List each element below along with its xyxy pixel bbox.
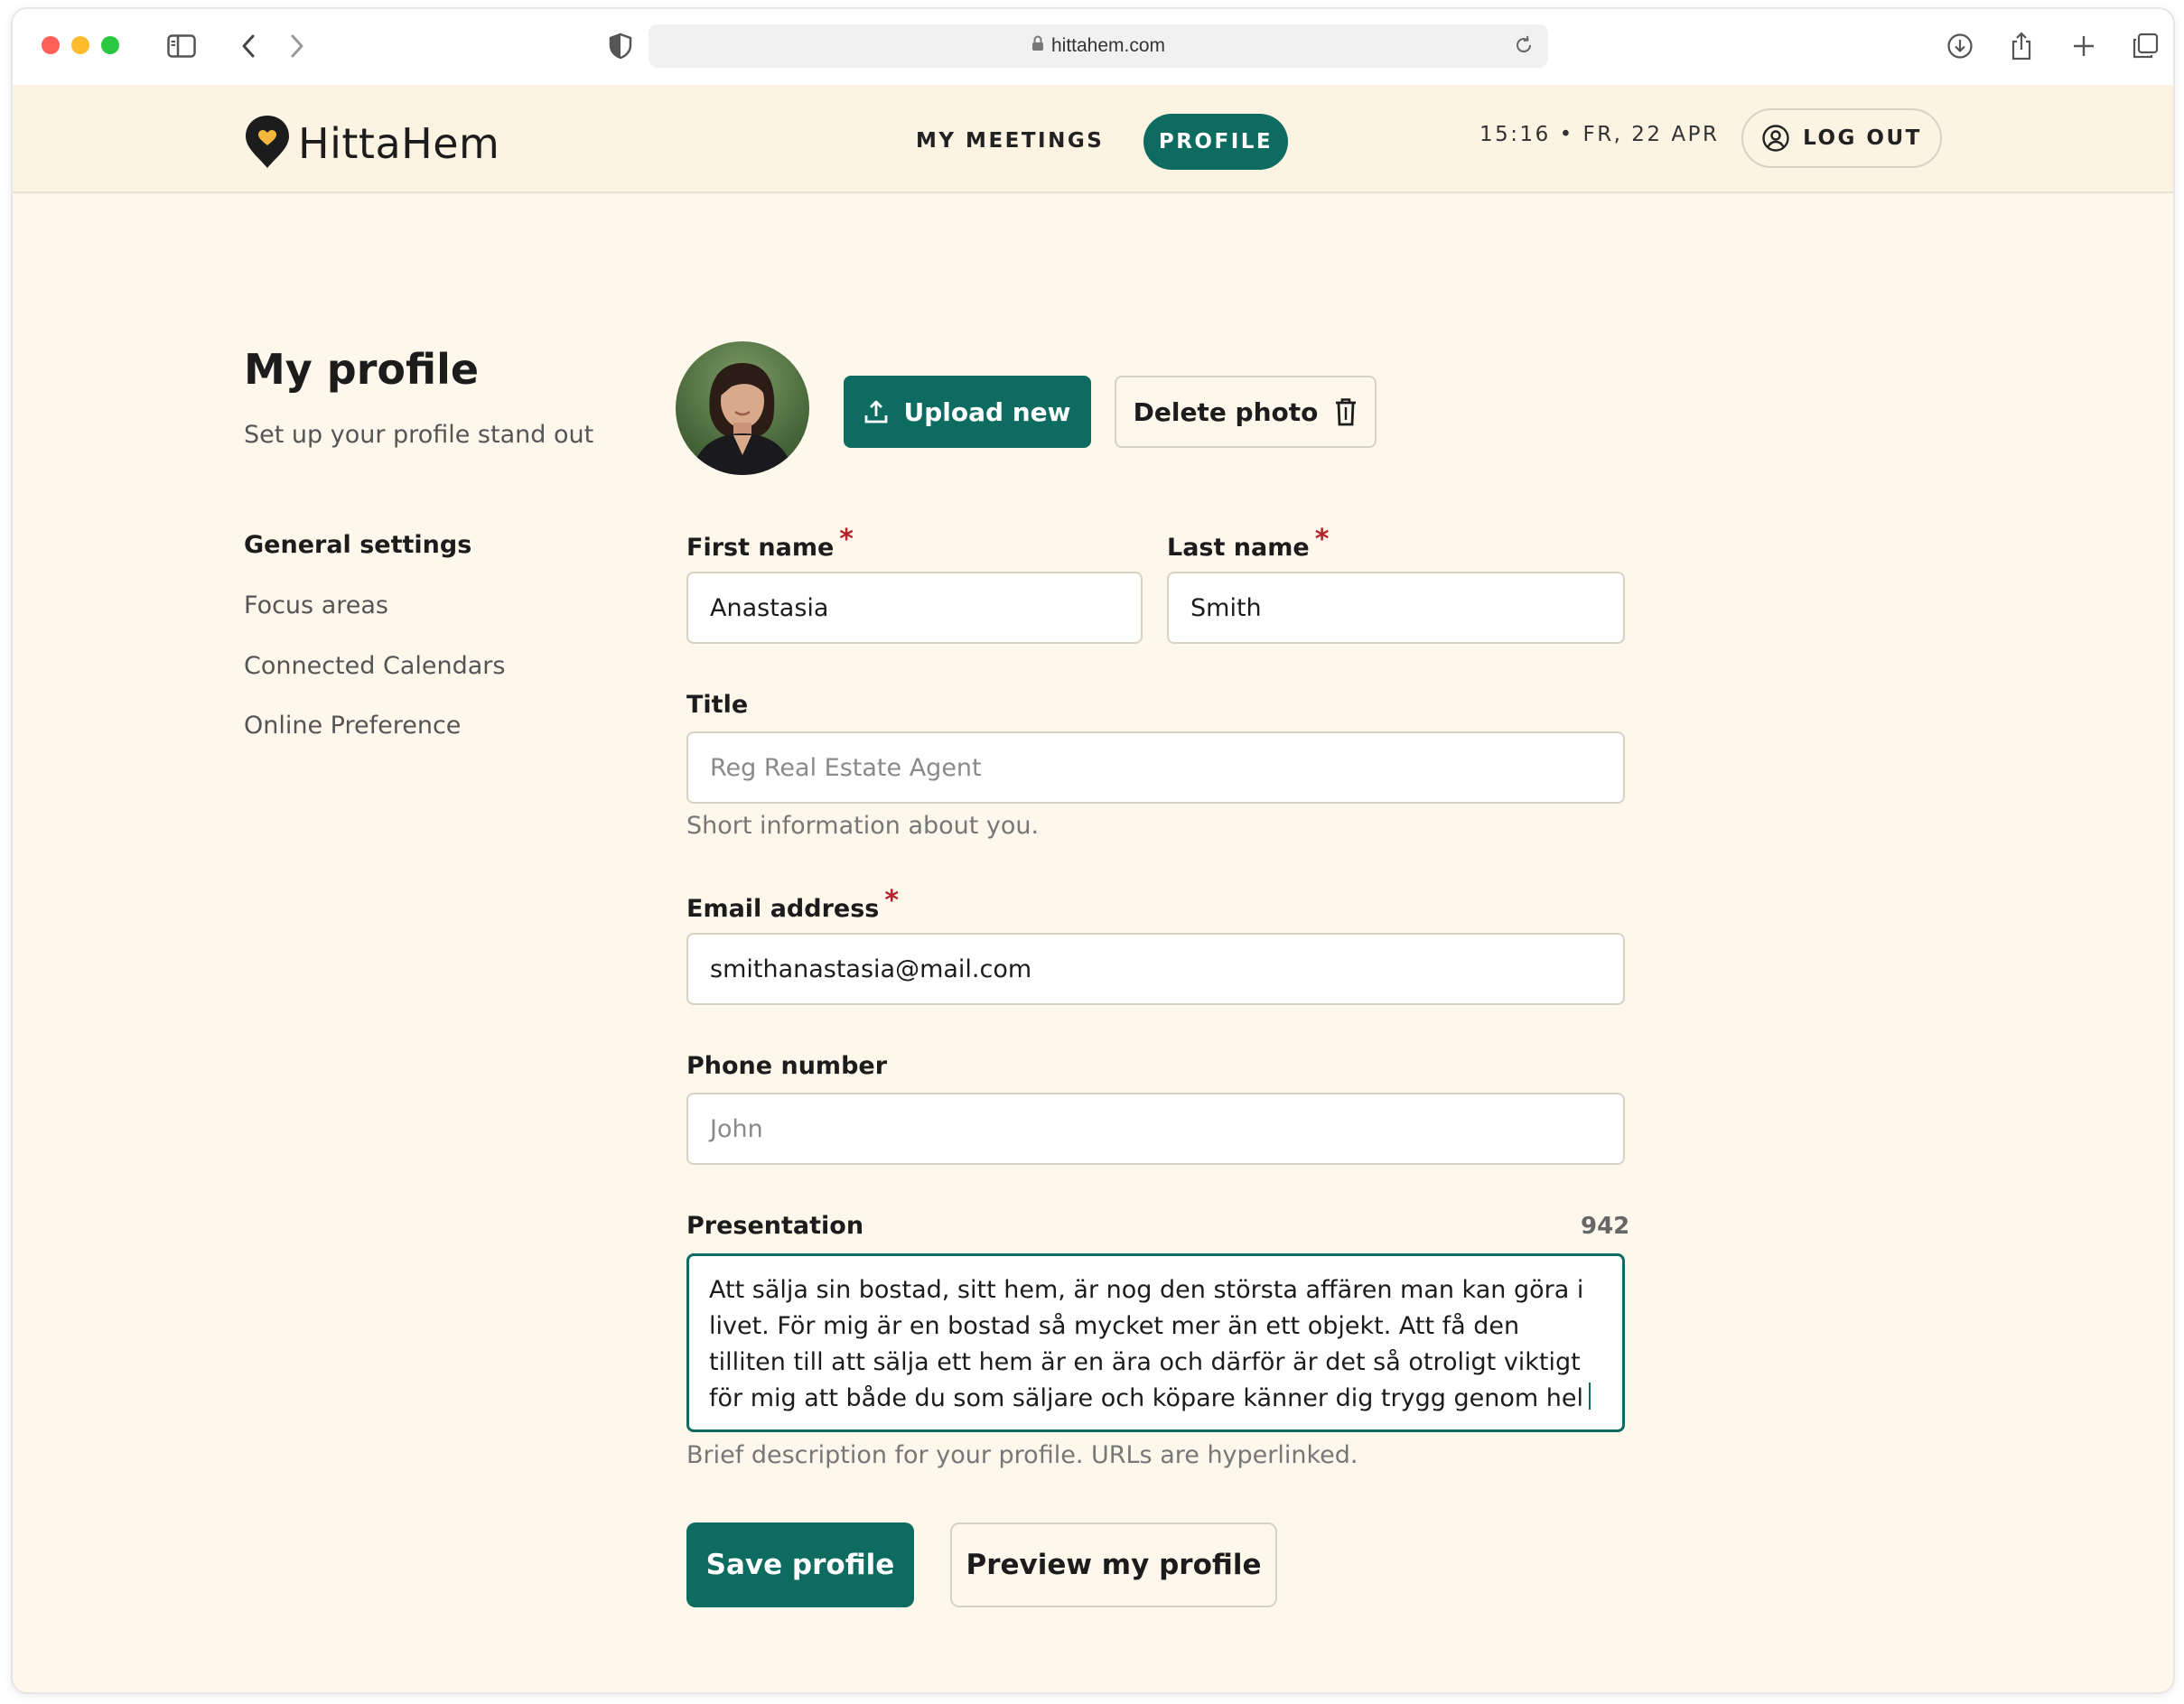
side-nav-focus-areas[interactable]: Focus areas xyxy=(244,591,388,619)
logout-button[interactable]: LOG OUT xyxy=(1741,108,1942,168)
share-icon[interactable] xyxy=(2004,29,2039,63)
avatar xyxy=(676,341,809,475)
tab-overview-icon[interactable] xyxy=(2128,29,2162,63)
close-window-button[interactable] xyxy=(42,36,60,54)
brand-name: HittaHem xyxy=(298,119,500,168)
side-nav-general-settings[interactable]: General settings xyxy=(244,531,471,559)
nav-my-meetings[interactable]: MY MEETINGS xyxy=(916,116,1104,166)
url-text: hittahem.com xyxy=(1050,35,1166,56)
minimize-window-button[interactable] xyxy=(71,36,89,54)
title-input[interactable]: Reg Real Estate Agent xyxy=(686,731,1625,804)
email-label: Email address * xyxy=(686,885,899,924)
side-nav-online-preference[interactable]: Online Preference xyxy=(244,712,461,740)
presentation-helper-text: Brief description for your profile. URLs… xyxy=(686,1441,1358,1469)
required-mark: * xyxy=(884,885,900,917)
browser-window: hittahem.com HittaHem MY MEETINGS PROFIL… xyxy=(11,7,2175,1694)
presentation-text: Att sälja sin bostad, sitt hem, är nog d… xyxy=(709,1276,1584,1412)
current-datetime: 15:16 • FR, 22 APR xyxy=(1479,123,1720,146)
heart-pin-icon xyxy=(244,114,291,173)
preview-profile-button[interactable]: Preview my profile xyxy=(950,1522,1277,1607)
email-label-text: Email address xyxy=(686,895,880,923)
last-name-label-text: Last name xyxy=(1167,534,1310,562)
back-icon[interactable] xyxy=(231,29,266,63)
nav-profile[interactable]: PROFILE xyxy=(1143,114,1288,170)
forward-icon[interactable] xyxy=(280,29,314,63)
sidebar-toggle-icon[interactable] xyxy=(164,29,199,63)
zoom-window-button[interactable] xyxy=(101,36,119,54)
character-counter: 942 xyxy=(1581,1213,1630,1240)
first-name-label: First name * xyxy=(686,524,854,563)
first-name-input[interactable]: Anastasia xyxy=(686,572,1143,644)
last-name-label: Last name * xyxy=(1167,524,1329,563)
page-subtitle: Set up your profile stand out xyxy=(244,421,594,449)
upload-photo-button[interactable]: Upload new xyxy=(844,376,1091,448)
logo[interactable]: HittaHem xyxy=(244,114,499,173)
delete-photo-button[interactable]: Delete photo xyxy=(1115,376,1377,448)
side-nav-connected-calendars[interactable]: Connected Calendars xyxy=(244,652,505,680)
presentation-textarea[interactable]: Att sälja sin bostad, sitt hem, är nog d… xyxy=(686,1253,1625,1432)
phone-label: Phone number xyxy=(686,1052,888,1080)
title-label: Title xyxy=(686,691,749,719)
downloads-icon[interactable] xyxy=(1943,29,1977,63)
text-caret xyxy=(1588,1383,1591,1410)
logout-label: LOG OUT xyxy=(1803,126,1922,150)
page-title: My profile xyxy=(244,345,480,394)
presentation-label: Presentation xyxy=(686,1212,864,1240)
new-tab-icon[interactable] xyxy=(2067,29,2101,63)
delete-label: Delete photo xyxy=(1133,396,1319,427)
upload-icon xyxy=(865,400,888,424)
browser-toolbar: hittahem.com xyxy=(13,9,2173,85)
shield-icon[interactable] xyxy=(603,29,638,63)
app-header: HittaHem MY MEETINGS PROFILE 15:16 • FR,… xyxy=(13,85,2173,193)
last-name-input[interactable]: Smith xyxy=(1167,572,1625,644)
reload-icon[interactable] xyxy=(1514,35,1534,61)
first-name-label-text: First name xyxy=(686,534,835,562)
title-helper-text: Short information about you. xyxy=(686,812,1040,840)
phone-input[interactable]: John xyxy=(686,1093,1625,1165)
required-mark: * xyxy=(1314,524,1330,555)
trash-icon xyxy=(1336,398,1357,426)
lock-icon xyxy=(1031,35,1044,57)
user-circle-icon xyxy=(1762,125,1789,152)
save-profile-button[interactable]: Save profile xyxy=(686,1522,914,1607)
email-input[interactable]: smithanastasia@mail.com xyxy=(686,933,1625,1005)
upload-label: Upload new xyxy=(903,396,1071,427)
address-bar[interactable]: hittahem.com xyxy=(649,24,1548,68)
required-mark: * xyxy=(839,524,854,555)
